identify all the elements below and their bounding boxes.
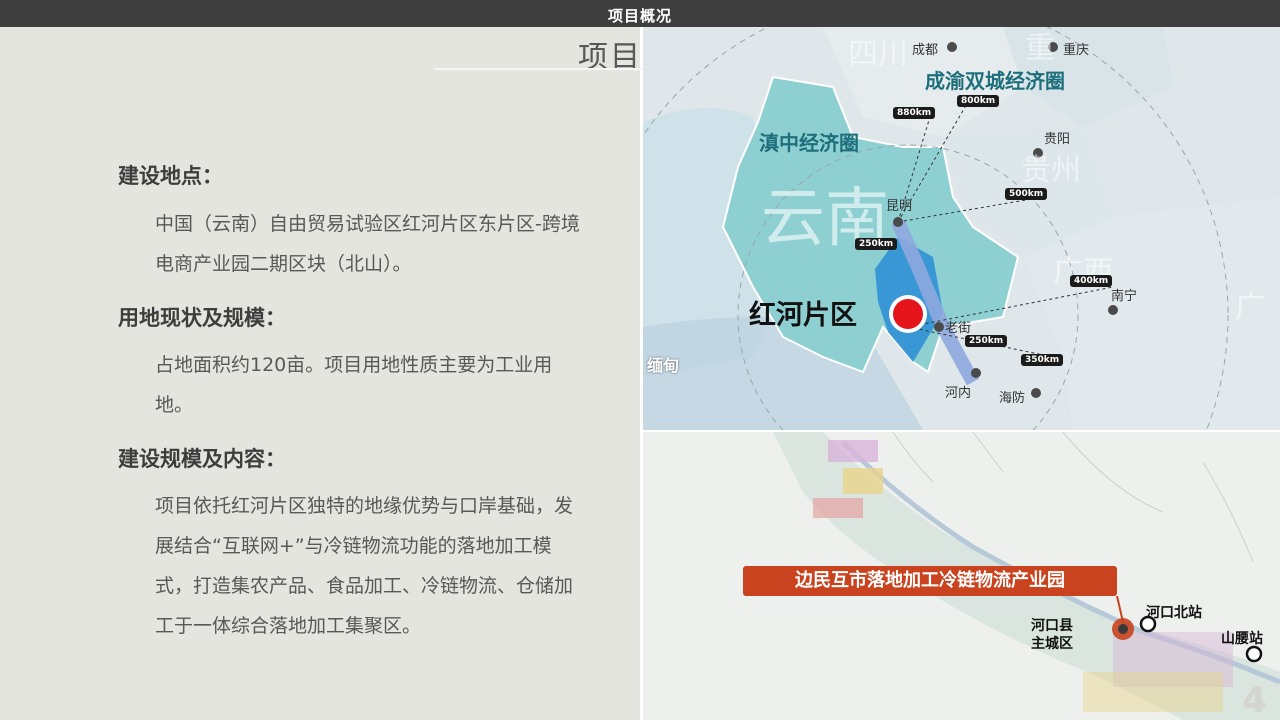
country-label-myanmar: 缅甸 [647, 356, 680, 375]
local-map: 边民互市落地加工冷链物流产业园 河口北站 山腰站 河口县 主城区 [643, 432, 1280, 720]
page-number: 4 [1242, 680, 1268, 720]
distance-badge-250-north: 250km [855, 238, 898, 250]
section-body-land: 占地面积约120亩。项目用地性质主要为工业用地。 [155, 354, 553, 416]
distance-badge-800: 800km [957, 95, 1000, 107]
city-label-kunming: 昆明 [886, 199, 913, 214]
distance-badge-880: 880km [893, 107, 936, 119]
section-heading-scale: 建设规模及内容： [118, 447, 286, 471]
header-title: 项目概况 [607, 7, 672, 25]
province-label-sichuan: 四川 [848, 37, 908, 72]
distance-badge-250-south: 250km [965, 335, 1008, 347]
regional-map: 云南 四川 重 贵州 广西 广 成渝双城经济圈 滇中经济圈 成都 重庆 贵阳 昆… [643, 27, 1280, 430]
province-label-guizhou: 贵州 [1021, 153, 1081, 188]
section-body-location: 中国（云南）自由贸易试验区红河片区东片区-跨境电商产业园二期区块（北山）。 [155, 213, 580, 275]
section-heading-location: 建设地点： [118, 164, 223, 188]
distance-badge-350: 350km [1021, 354, 1064, 366]
city-label-nanning: 南宁 [1111, 289, 1138, 304]
park-label-banner: 边民互市落地加工冷链物流产业园 [743, 566, 1117, 596]
city-label-haiphong: 海防 [999, 391, 1026, 406]
city-label-chengdu: 成都 [912, 43, 939, 58]
station-label-shanyao: 山腰站 [1221, 631, 1263, 647]
province-label-guangdong: 广 [1235, 290, 1265, 325]
section-body-scale: 项目依托红河片区独特的地缘优势与口岸基础，发展结合“互联网+”与冷链物流功能的落… [155, 495, 574, 637]
city-label-guiyang: 贵阳 [1044, 132, 1071, 147]
distance-badge-400: 400km [1070, 275, 1113, 287]
city-label-laojie: 老街 [945, 321, 972, 336]
circle-label-dianzhong: 滇中经济圈 [759, 131, 859, 155]
section-heading-land: 用地现状及规模： [118, 306, 286, 330]
distance-badge-500: 500km [1005, 188, 1048, 200]
zone-label-honghe: 红河片区 [749, 300, 857, 331]
city-label-chongqing: 重庆 [1063, 43, 1090, 58]
city-label-hanoi: 河内 [945, 386, 972, 401]
header-bar: 项目概况 [0, 0, 1280, 27]
circle-label-chengyu: 成渝双城经济圈 [925, 69, 1065, 93]
province-label-chongqing: 重 [1025, 31, 1055, 66]
station-label-hekou-north: 河口北站 [1146, 605, 1202, 621]
county-label-hekou: 河口县 主城区 [1031, 618, 1073, 652]
